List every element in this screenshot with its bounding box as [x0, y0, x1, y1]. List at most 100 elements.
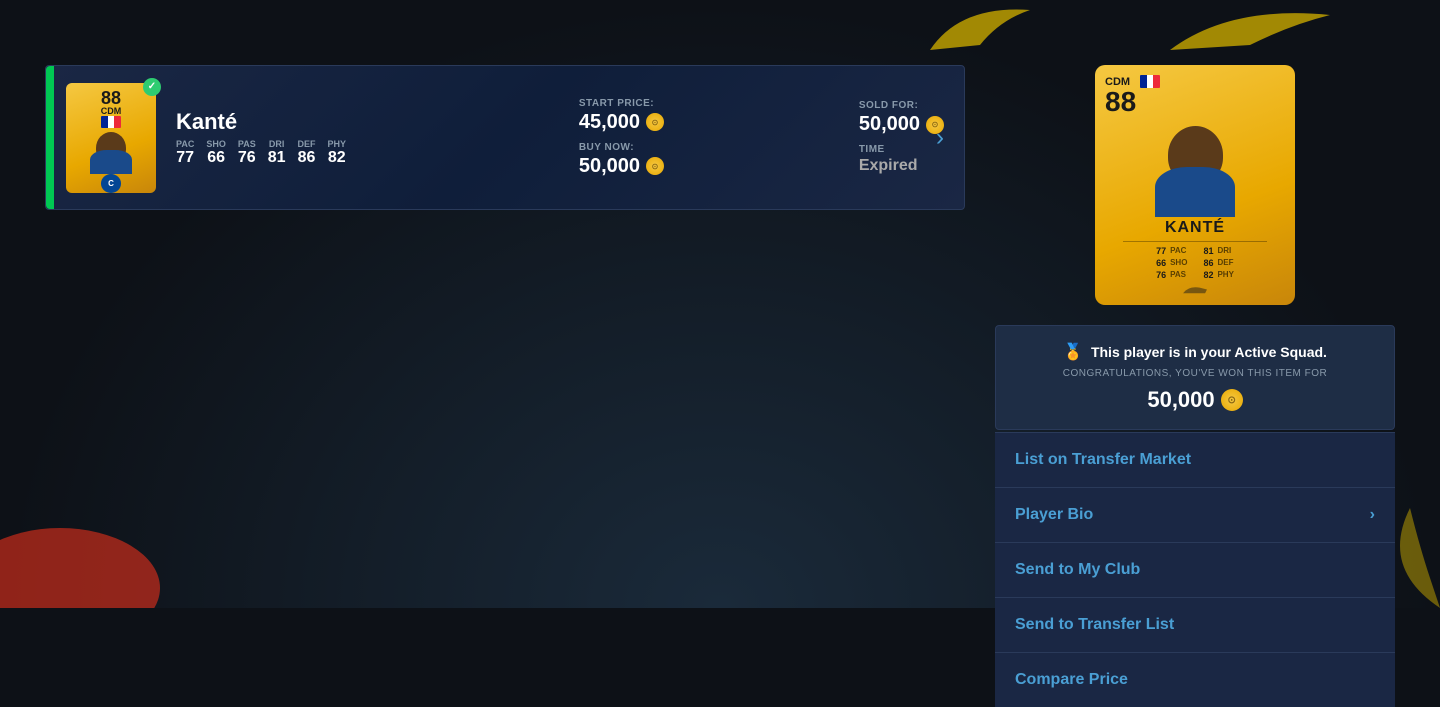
buy-now-amount: 50,000	[579, 155, 640, 178]
player-info: Kanté PAC 77 SHO 66 PAS 76 DRI 81 DEF 86	[176, 109, 519, 167]
notice-price-amount: 50,000	[1147, 387, 1214, 413]
big-stat-def-lbl: DEF	[1217, 258, 1233, 267]
player-name: Kanté	[176, 109, 237, 135]
big-stat-col-left: 77 PAC 66 SHO 76 PAS	[1156, 246, 1187, 280]
stat-sho: SHO 66	[206, 139, 226, 167]
start-price-amount: 45,000	[579, 111, 640, 134]
big-card-rating: 88	[1105, 88, 1136, 116]
buy-now-value: 50,000 ⊙	[579, 155, 779, 178]
big-stat-pas-val: 76	[1156, 270, 1166, 280]
stat-phy: PHY 82	[328, 139, 347, 167]
notice-header: 🏅 This player is in your Active Squad.	[1016, 342, 1374, 362]
stat-pac: PAC 77	[176, 139, 194, 167]
start-price-coin-icon: ⊙	[646, 113, 664, 131]
boot-icon	[1180, 284, 1210, 295]
buy-now-coin-icon: ⊙	[646, 157, 664, 175]
player-card-mini: ✓ 88 CDM C	[66, 83, 156, 193]
stat-def: DEF 86	[298, 139, 316, 167]
stat-def-label: DEF	[298, 139, 316, 149]
send-transfer-list-button[interactable]: Send to Transfer List	[995, 597, 1395, 652]
send-my-club-button[interactable]: Send to My Club	[995, 542, 1395, 597]
big-stat-dri-lbl: DRI	[1217, 246, 1231, 255]
swoosh-left-icon	[920, 0, 1040, 60]
stat-sho-label: SHO	[206, 139, 226, 149]
swoosh-right-icon	[1160, 0, 1340, 60]
player-listing-card: ✓ 88 CDM C Kanté PAC 77 SHO 66	[45, 65, 965, 210]
player-bio-chevron-icon: ›	[1370, 506, 1375, 524]
sold-for-value: 50,000 ⊙	[859, 113, 944, 136]
player-bio-label: Player Bio	[1015, 506, 1093, 524]
time-label: TIME	[859, 144, 944, 155]
notice-coin-icon: ⊙	[1221, 389, 1243, 411]
list-transfer-market-label: List on Transfer Market	[1015, 451, 1191, 469]
listing-chevron-icon[interactable]: ›	[936, 124, 944, 152]
big-stat-pas: 76 PAS	[1156, 270, 1187, 280]
player-stats-row: PAC 77 SHO 66 PAS 76 DRI 81 DEF 86 PHY 8…	[176, 139, 519, 167]
send-my-club-label: Send to My Club	[1015, 561, 1140, 579]
big-stat-col-right: 81 DRI 86 DEF 82 PHY	[1203, 246, 1233, 280]
player-bio-button[interactable]: Player Bio ›	[995, 487, 1395, 542]
stat-phy-label: PHY	[328, 139, 347, 149]
big-stat-pac-lbl: PAC	[1170, 246, 1186, 255]
sold-for-row: SOLD FOR: 50,000 ⊙	[859, 100, 944, 136]
compare-price-label: Compare Price	[1015, 671, 1128, 689]
big-card-player-image	[1130, 116, 1260, 217]
compare-price-button[interactable]: Compare Price	[995, 652, 1395, 707]
stat-dri-value: 81	[268, 149, 286, 167]
notice-price: 50,000 ⊙	[1016, 387, 1374, 413]
big-stat-pac-val: 77	[1156, 246, 1166, 256]
france-flag	[101, 116, 121, 128]
sold-for-amount: 50,000	[859, 113, 920, 136]
start-price-value: 45,000 ⊙	[579, 111, 779, 134]
stat-dri-label: DRI	[269, 139, 285, 149]
mini-card-position: CDM	[101, 107, 122, 116]
action-buttons: List on Transfer Market Player Bio › Sen…	[995, 432, 1395, 707]
start-price-row: START PRICE: 45,000 ⊙	[579, 98, 779, 134]
big-stat-pas-lbl: PAS	[1170, 270, 1186, 279]
big-card-name: KANTÉ	[1165, 219, 1225, 237]
mini-card-club-logo: C	[101, 174, 121, 193]
bottom-left-decoration	[0, 488, 200, 608]
pricing-section: START PRICE: 45,000 ⊙ BUY NOW: 50,000 ⊙	[579, 98, 779, 178]
big-stat-sho-lbl: SHO	[1170, 258, 1187, 267]
sold-for-label: SOLD FOR:	[859, 100, 944, 111]
big-stat-def: 86 DEF	[1203, 258, 1233, 268]
stat-def-value: 86	[298, 149, 316, 167]
stat-dri: DRI 81	[268, 139, 286, 167]
stat-pas: PAS 76	[238, 139, 256, 167]
checkmark-badge: ✓	[143, 78, 161, 96]
send-transfer-list-label: Send to Transfer List	[1015, 616, 1174, 634]
big-stat-phy: 82 PHY	[1203, 270, 1233, 280]
time-value: Expired	[859, 157, 944, 175]
green-stripe	[46, 66, 54, 209]
big-card-header: CDM 88	[1105, 75, 1285, 116]
big-stat-def-val: 86	[1203, 258, 1213, 268]
right-panel: CDM 88 KANTÉ 77 PAC 66	[995, 65, 1395, 707]
big-stat-dri-val: 81	[1203, 246, 1213, 256]
stat-sho-value: 66	[207, 149, 225, 167]
stat-phy-value: 82	[328, 149, 346, 167]
shield-icon: 🏅	[1063, 342, 1083, 362]
big-stat-pac: 77 PAC	[1156, 246, 1187, 256]
big-stat-phy-lbl: PHY	[1217, 270, 1233, 279]
notice-title: This player is in your Active Squad.	[1091, 344, 1327, 360]
big-card-divider	[1123, 241, 1267, 242]
time-row: TIME Expired	[859, 144, 944, 175]
big-stat-sho: 66 SHO	[1156, 258, 1187, 268]
stat-pac-value: 77	[176, 149, 194, 167]
big-stat-dri: 81 DRI	[1203, 246, 1233, 256]
sold-section: SOLD FOR: 50,000 ⊙ TIME Expired	[859, 100, 944, 175]
big-player-card: CDM 88 KANTÉ 77 PAC 66	[1095, 65, 1295, 305]
stat-pas-label: PAS	[238, 139, 256, 149]
stat-pac-label: PAC	[176, 139, 194, 149]
big-card-flag	[1140, 75, 1160, 88]
buy-now-row: BUY NOW: 50,000 ⊙	[579, 142, 779, 178]
big-stat-sho-val: 66	[1156, 258, 1166, 268]
big-card-stats: 77 PAC 66 SHO 76 PAS 81 DRI 86	[1156, 246, 1234, 280]
active-squad-notice: 🏅 This player is in your Active Squad. C…	[995, 325, 1395, 430]
start-price-label: START PRICE:	[579, 98, 779, 109]
notice-subtitle: CONGRATULATIONS, YOU'VE WON THIS ITEM FO…	[1016, 368, 1374, 379]
list-transfer-market-button[interactable]: List on Transfer Market	[995, 432, 1395, 487]
mini-card-rating: 88	[101, 89, 121, 107]
mini-card-player-image	[84, 128, 139, 174]
